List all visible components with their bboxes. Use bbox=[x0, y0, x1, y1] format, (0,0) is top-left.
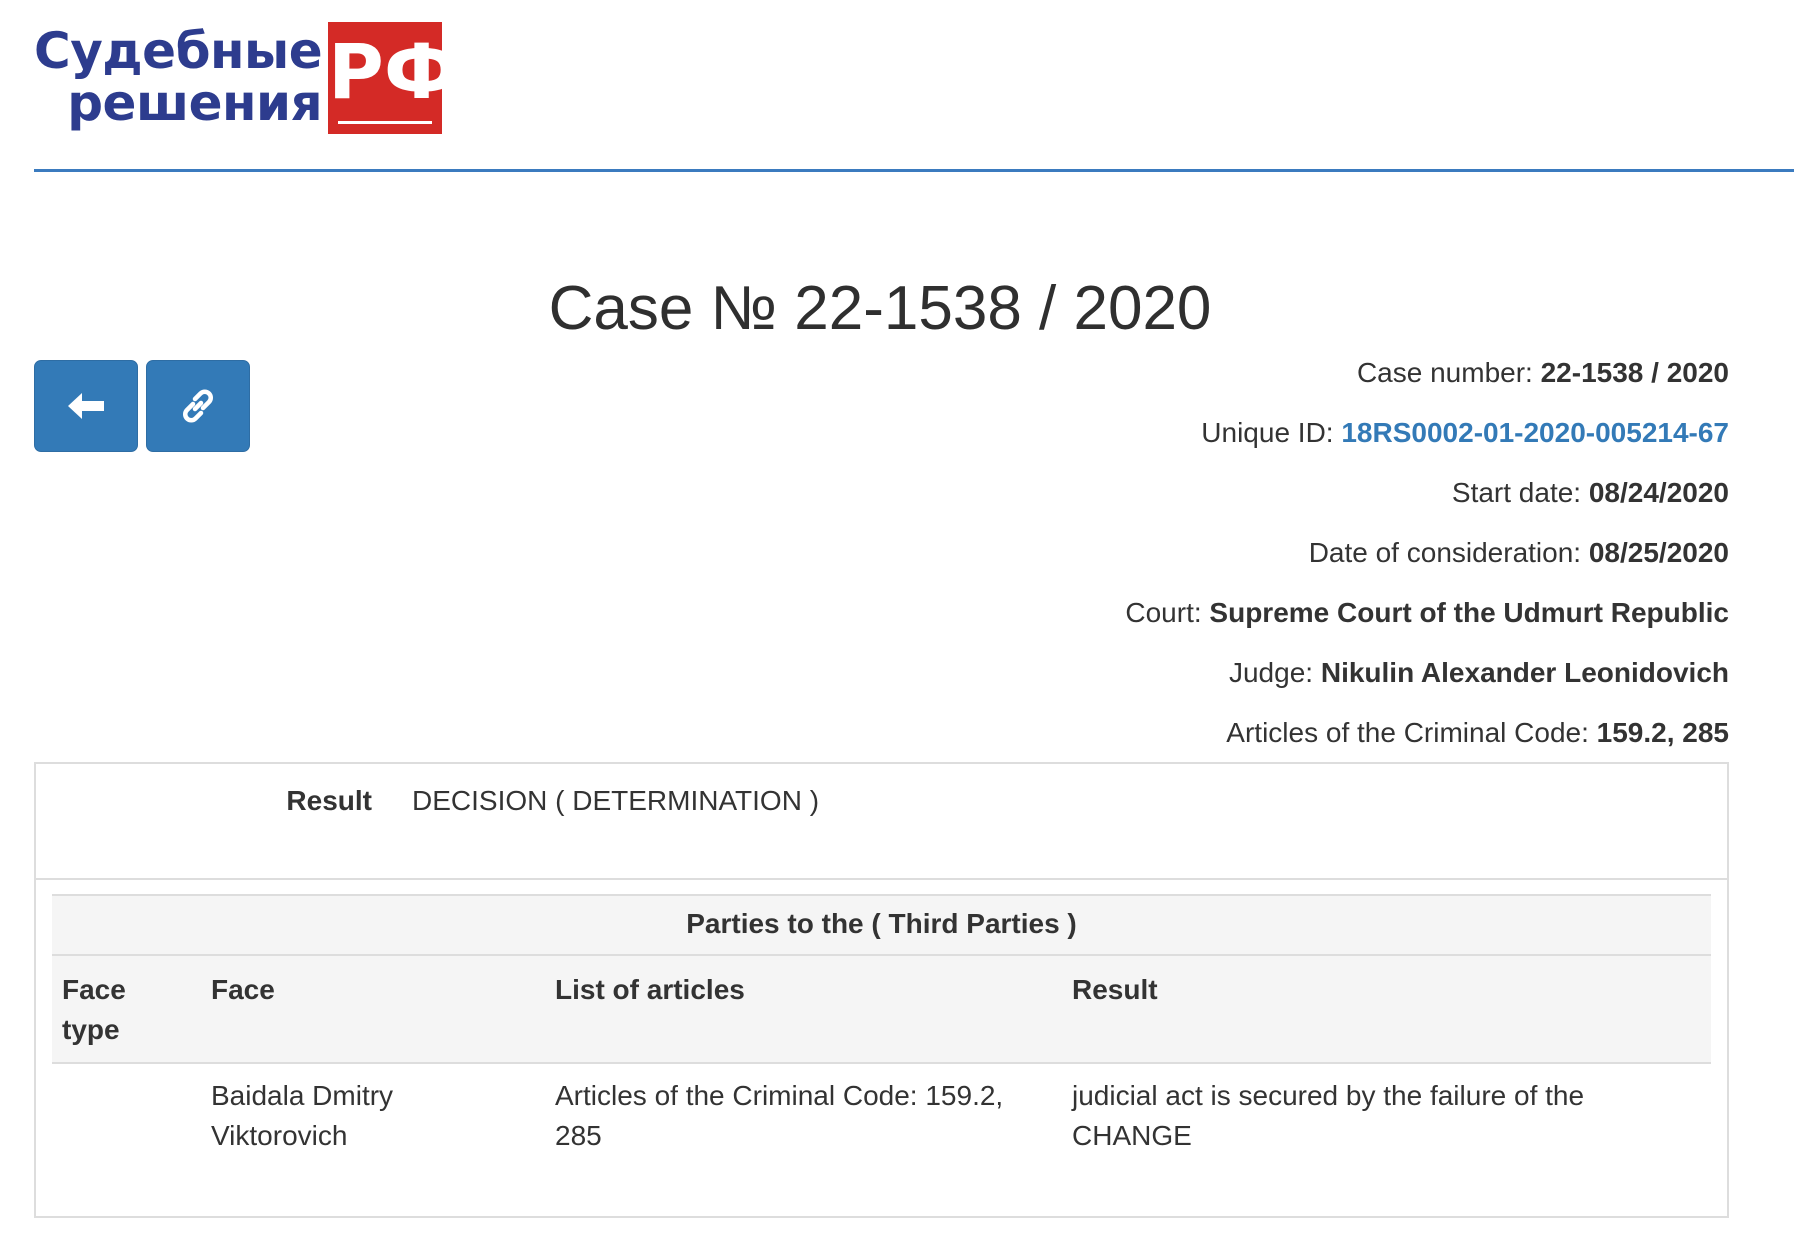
parties-caption: Parties to the ( Third Parties ) bbox=[52, 894, 1711, 956]
back-button[interactable] bbox=[34, 360, 138, 452]
result-value: DECISION ( DETERMINATION ) bbox=[412, 785, 820, 816]
result-row: Result DECISION ( DETERMINATION ) bbox=[36, 764, 1727, 880]
chain-link-icon bbox=[183, 389, 213, 423]
logo-line-1: Судебные bbox=[34, 22, 323, 80]
cell-face: Baidala Dmitry Viktorovich bbox=[211, 1080, 394, 1151]
site-logo[interactable]: Судебные решения РФ bbox=[34, 22, 459, 142]
judge-value: Nikulin Alexander Leonidovich bbox=[1320, 657, 1729, 688]
copy-link-button[interactable] bbox=[146, 360, 250, 452]
column-header-face: Face bbox=[201, 955, 545, 1064]
cell-face-type bbox=[52, 1063, 201, 1203]
meta-consideration-date: Date of consideration: 08/25/2020 bbox=[1125, 538, 1729, 598]
meta-label: Articles of the Criminal Code: bbox=[1226, 717, 1589, 748]
meta-case-number: Case number: 22-1538 / 2020 bbox=[1125, 358, 1729, 418]
meta-unique-id: Unique ID: 18RS0002-01-2020-005214-67 bbox=[1125, 418, 1729, 478]
unique-id-link[interactable]: 18RS0002-01-2020-005214-67 bbox=[1341, 417, 1729, 448]
meta-label: Unique ID: bbox=[1201, 417, 1334, 448]
meta-court: Court: Supreme Court of the Udmurt Repub… bbox=[1125, 598, 1729, 658]
meta-judge: Judge: Nikulin Alexander Leonidovich bbox=[1125, 658, 1729, 718]
page-title: Case № 22-1538 / 2020 bbox=[548, 274, 1212, 343]
column-header-result: Result bbox=[1062, 955, 1711, 1064]
start-date-value: 08/24/2020 bbox=[1588, 477, 1729, 508]
logo-wordmark: Судебные решения bbox=[34, 26, 323, 132]
result-label: Result bbox=[286, 785, 372, 816]
cell-result: judicial act is secured by the failure o… bbox=[1072, 1080, 1585, 1151]
cell-articles: Articles of the Criminal Code: 159.2, 28… bbox=[555, 1080, 1004, 1151]
meta-start-date: Start date: 08/24/2020 bbox=[1125, 478, 1729, 538]
case-number-value: 22-1538 / 2020 bbox=[1540, 357, 1729, 388]
header-divider bbox=[34, 169, 1794, 172]
case-meta: Case number: 22-1538 / 2020 Unique ID: 1… bbox=[1125, 358, 1729, 778]
meta-label: Court: bbox=[1125, 597, 1202, 628]
arrow-left-icon bbox=[68, 393, 104, 419]
column-header-face-type: Face type bbox=[52, 955, 201, 1064]
court-value: Supreme Court of the Udmurt Republic bbox=[1209, 597, 1729, 628]
logo-badge: РФ bbox=[328, 22, 459, 134]
column-header-articles: List of articles bbox=[545, 955, 1062, 1064]
logo-line-2: решения bbox=[67, 74, 323, 132]
meta-label: Start date: bbox=[1451, 477, 1582, 508]
result-panel: Result DECISION ( DETERMINATION ) Partie… bbox=[34, 762, 1729, 1218]
table-row: Baidala Dmitry Viktorovich Articles of t… bbox=[52, 1063, 1711, 1203]
meta-label: Case number: bbox=[1356, 357, 1533, 388]
meta-label: Date of consideration: bbox=[1308, 537, 1582, 568]
articles-value: 159.2, 285 bbox=[1596, 717, 1729, 748]
meta-label: Judge: bbox=[1228, 657, 1314, 688]
parties-table: Parties to the ( Third Parties ) Face ty… bbox=[52, 894, 1711, 1203]
table-header-row: Face type Face List of articles Result bbox=[52, 955, 1711, 1064]
consideration-date-value: 08/25/2020 bbox=[1588, 537, 1729, 568]
